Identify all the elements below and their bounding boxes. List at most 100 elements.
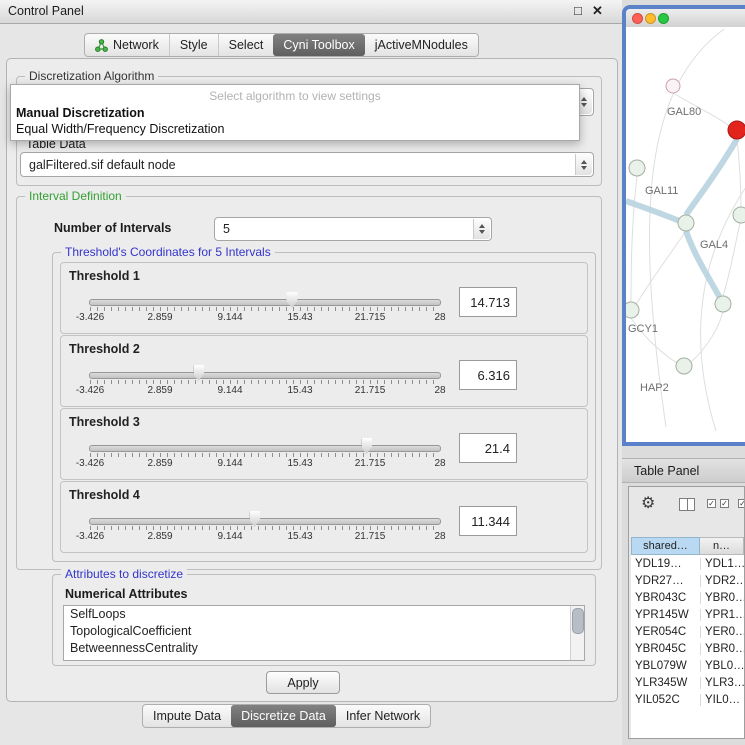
list-item[interactable]: SelfLoops	[64, 606, 584, 623]
selected-network-node[interactable]	[728, 121, 745, 139]
network-node-labels: GAL80 GAL11 GAL4 GCY1 HAP2	[628, 106, 728, 394]
table-cell[interactable]: YIL052C	[631, 694, 700, 706]
threshold-1-slider[interactable]: -3.426 2.859 9.144 15.43 21.715 28	[89, 299, 441, 306]
checkbox-icon[interactable]: ✓	[738, 499, 745, 508]
table-data-combobox[interactable]: galFiltered.sif default node	[20, 152, 594, 177]
list-item[interactable]: TopologicalCoefficient	[64, 623, 584, 640]
slider-thumb[interactable]	[249, 511, 260, 527]
network-node[interactable]	[666, 79, 680, 93]
list-scrollbar[interactable]	[570, 606, 584, 660]
network-node[interactable]	[733, 207, 745, 223]
combo-stepper-icon[interactable]	[575, 154, 592, 175]
table-row[interactable]: YBR045C YBR0…	[631, 640, 744, 657]
threshold-1-box: Threshold 1 -3.426 2.859 9.144 15.43 21.…	[60, 262, 588, 334]
table-cell[interactable]: YER0…	[700, 626, 744, 638]
tab-discretize-data-label: Discretize Data	[241, 709, 326, 723]
table-row[interactable]: YDL19… YDL1…	[631, 555, 744, 572]
slider-thumb[interactable]	[286, 292, 297, 308]
tab-select[interactable]: Select	[218, 34, 274, 56]
table-cell[interactable]: YPR145W	[631, 609, 700, 621]
table-cell[interactable]: YIL0…	[700, 694, 744, 706]
table-cell[interactable]: YDR2…	[700, 575, 744, 587]
table-row[interactable]: YBL079W YBL0…	[631, 657, 744, 674]
list-item[interactable]: BetweennessCentrality	[64, 640, 584, 657]
slider-thumb[interactable]	[361, 438, 372, 454]
table-row[interactable]: YLR345W YLR3…	[631, 674, 744, 691]
checkbox-icon[interactable]: ✓	[707, 499, 716, 508]
minimize-traffic-light[interactable]	[645, 13, 656, 24]
tab-discretize-data[interactable]: Discretize Data	[231, 705, 336, 727]
columns-icon[interactable]	[679, 498, 695, 511]
slider-ticks	[90, 453, 440, 457]
table-row[interactable]: YIL052C YIL0…	[631, 691, 744, 708]
table-cell[interactable]: YBL079W	[631, 660, 700, 672]
table-cell[interactable]: YBR0…	[700, 592, 744, 604]
close-traffic-light[interactable]	[632, 13, 643, 24]
table-panel-header: Table Panel	[622, 458, 745, 483]
table-cell[interactable]: YDL19…	[631, 558, 700, 570]
threshold-1-value-field[interactable]: 14.713	[459, 287, 517, 317]
threshold-2-slider[interactable]: -3.426 2.859 9.144 15.43 21.715 28	[89, 372, 441, 379]
slider-ticks	[90, 307, 440, 311]
column-header-name[interactable]: n…	[700, 537, 744, 555]
tab-cyni-toolbox[interactable]: Cyni Toolbox	[273, 34, 364, 56]
tab-infer-network[interactable]: Infer Network	[336, 705, 430, 727]
slider-ticks	[90, 380, 440, 384]
table-cell[interactable]: YDR27…	[631, 575, 700, 587]
threshold-3-slider[interactable]: -3.426 2.859 9.144 15.43 21.715 28	[89, 445, 441, 452]
table-row[interactable]: YPR145W YPR1…	[631, 606, 744, 623]
network-node[interactable]	[676, 358, 692, 374]
panel-title: Control Panel	[8, 4, 84, 18]
scale-tick-label: 28	[434, 458, 445, 469]
network-node[interactable]	[626, 302, 639, 318]
menu-item-manual-discretization[interactable]: Manual Discretization	[16, 106, 145, 120]
slider-scale: -3.426 2.859 9.144 15.43 21.715 28	[90, 312, 440, 324]
apply-button[interactable]: Apply	[266, 671, 340, 694]
thresholds-group-title: Threshold's Coordinates for 5 Intervals	[61, 245, 275, 259]
number-of-intervals-combobox[interactable]: 5	[214, 217, 492, 241]
network-node[interactable]	[678, 215, 694, 231]
threshold-4-value-field[interactable]: 11.344	[459, 506, 517, 536]
table-row[interactable]: YBR043C YBR0…	[631, 589, 744, 606]
table-row[interactable]: YDR27… YDR2…	[631, 572, 744, 589]
network-node[interactable]	[715, 296, 731, 312]
table-cell[interactable]: YBL0…	[700, 660, 744, 672]
network-canvas[interactable]: GAL80 GAL11 GAL4 GCY1 HAP2	[626, 27, 745, 446]
number-of-intervals-label: Number of Intervals	[54, 221, 171, 235]
table-cell[interactable]: YBR043C	[631, 592, 700, 604]
threshold-4-slider[interactable]: -3.426 2.859 9.144 15.43 21.715 28	[89, 518, 441, 525]
checkbox-icon[interactable]: ✓	[720, 499, 729, 508]
threshold-3-value-field[interactable]: 21.4	[459, 433, 517, 463]
table-cell[interactable]: YBR0…	[700, 643, 744, 655]
close-icon[interactable]: ✕	[592, 3, 603, 19]
node-label: GAL11	[645, 185, 678, 197]
table-cell[interactable]: YBR045C	[631, 643, 700, 655]
table-cell[interactable]: YLR3…	[700, 677, 744, 689]
tab-style[interactable]: Style	[169, 34, 218, 56]
scrollbar-thumb[interactable]	[572, 608, 584, 634]
table-cell[interactable]: YER054C	[631, 626, 700, 638]
menu-item-equal-width-frequency[interactable]: Equal Width/Frequency Discretization	[16, 122, 224, 136]
attributes-group: Attributes to discretize Numerical Attri…	[52, 574, 596, 666]
tab-network[interactable]: Network	[85, 34, 169, 56]
tab-infer-network-label: Infer Network	[346, 709, 420, 723]
numerical-attributes-list[interactable]: SelfLoops TopologicalCoefficient Between…	[63, 605, 585, 661]
table-cell[interactable]: YLR345W	[631, 677, 700, 689]
slider-thumb[interactable]	[193, 365, 204, 381]
zoom-traffic-light[interactable]	[658, 13, 669, 24]
scale-tick-label: -3.426	[76, 385, 104, 396]
network-node[interactable]	[629, 160, 645, 176]
table-cell[interactable]: YPR1…	[700, 609, 744, 621]
table-window: ⚙ ✓ ✓ ✓ shared… n… YDL19… YDL1… YDR27… Y…	[628, 486, 745, 739]
combo-stepper-icon[interactable]	[473, 219, 490, 239]
column-header-shared-name[interactable]: shared…	[631, 537, 700, 555]
threshold-2-value-field[interactable]: 6.316	[459, 360, 517, 390]
table-row[interactable]: YER054C YER0…	[631, 623, 744, 640]
algorithm-dropdown-popup: Select algorithm to view settings Manual…	[10, 84, 580, 141]
tab-jactivemnodules[interactable]: jActiveMNodules	[365, 34, 478, 56]
tab-impute-data[interactable]: Impute Data	[143, 705, 231, 727]
scale-tick-label: 28	[434, 531, 445, 542]
table-cell[interactable]: YDL1…	[700, 558, 744, 570]
float-window-icon[interactable]: □	[574, 3, 582, 18]
gear-icon[interactable]: ⚙	[641, 496, 655, 512]
